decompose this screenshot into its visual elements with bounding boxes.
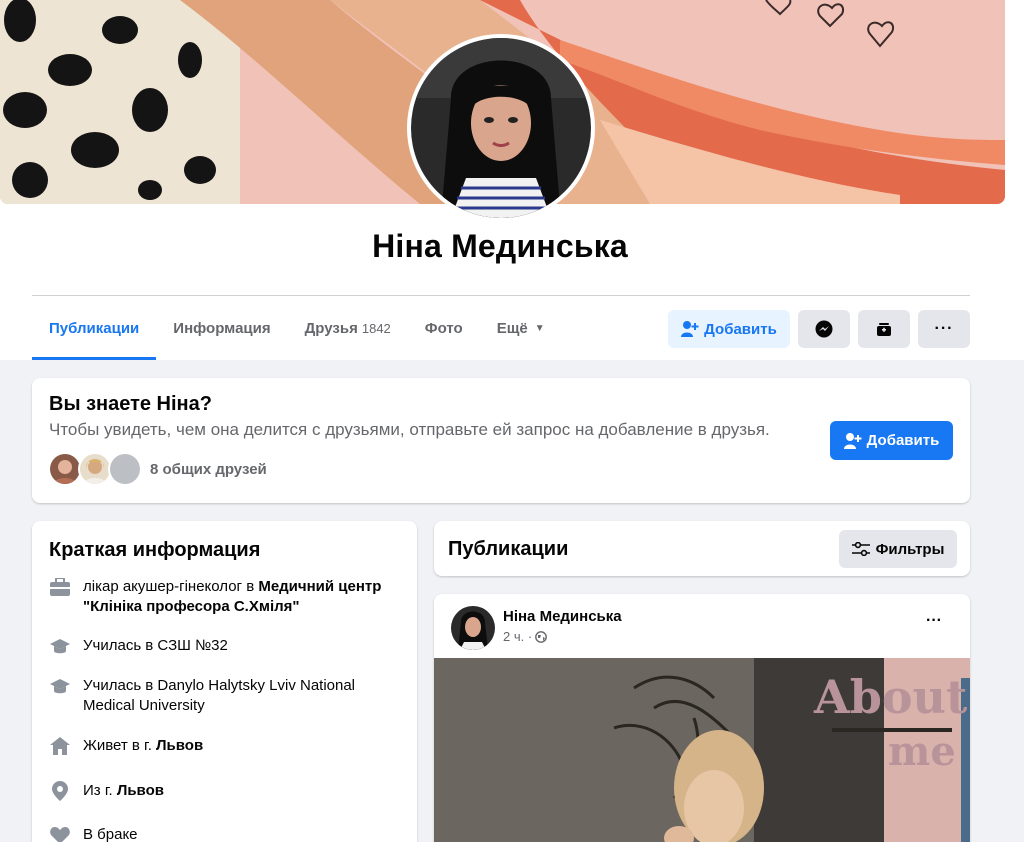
profile-tabs: Публикации Информация Друзья 1842 Фото Ещ… — [32, 297, 562, 360]
posts-title: Публикации — [448, 538, 569, 560]
tab-label: Информация — [173, 320, 271, 337]
tab-label: Ещё — [496, 320, 528, 337]
school-text: Училась в СЗШ №32 — [83, 637, 228, 654]
intro-school: Училась в СЗШ №32 — [49, 636, 393, 656]
add-friend-button[interactable]: Добавить — [668, 310, 790, 348]
tab-label: Публикации — [49, 320, 140, 337]
briefcase-icon — [49, 577, 71, 597]
location-pin-icon — [49, 781, 71, 801]
caret-down-icon: ▼ — [534, 323, 545, 334]
tab-label: Фото — [424, 320, 463, 337]
add-friend-icon — [681, 321, 699, 337]
post-image[interactable]: About me — [434, 658, 970, 842]
tab-photos[interactable]: Фото — [408, 297, 480, 360]
intro-lives: Живет в г. Львов — [49, 736, 393, 756]
follow-button[interactable] — [858, 310, 910, 348]
relationship-text: В браке — [83, 826, 138, 842]
post-options-button[interactable]: ··· — [919, 612, 949, 638]
from-city-link[interactable]: Львов — [117, 782, 164, 799]
tab-about[interactable]: Информация — [156, 297, 287, 360]
globe-icon — [535, 630, 548, 643]
lives-prefix: Живет в г. — [83, 737, 157, 754]
profile-name: Ніна Мединська — [372, 228, 628, 264]
profile-header: Ніна Мединська Публикации Информация Дру… — [0, 0, 1024, 360]
add-friend-icon — [843, 432, 862, 449]
intro-relationship: В браке — [49, 825, 393, 842]
intro-university: Училась в Danylo Halytsky Lviv National … — [49, 676, 393, 716]
avatar[interactable] — [78, 452, 112, 486]
tab-label: Друзья — [304, 320, 358, 337]
post-meta: 2 ч. · — [503, 629, 548, 644]
heart-icon — [49, 825, 71, 842]
profile-avatar[interactable] — [407, 34, 595, 222]
home-icon — [49, 736, 71, 756]
card-icon — [877, 323, 891, 336]
add-friend-primary-button[interactable]: Добавить — [830, 421, 953, 460]
message-button[interactable] — [798, 310, 850, 348]
post-author-name[interactable]: Ніна Мединська — [503, 608, 622, 625]
posts-header-card: Публикации Фильтры — [434, 521, 970, 576]
from-prefix: Из г. — [83, 782, 117, 799]
image-text-about: About — [814, 670, 968, 724]
graduation-cap-icon — [49, 636, 71, 656]
add-friend-label: Добавить — [866, 432, 940, 449]
friends-count: 1842 — [361, 321, 391, 336]
filters-icon — [851, 542, 870, 556]
mutual-friends-count[interactable]: 8 общих друзей — [150, 461, 267, 478]
filters-button[interactable]: Фильтры — [839, 530, 957, 568]
work-prefix: лікар акушер-гінеколог в — [83, 578, 259, 595]
mutual-friends[interactable]: 8 общих друзей — [48, 452, 267, 486]
post-timestamp[interactable]: 2 ч. · — [503, 629, 532, 644]
university-text: Училась в Danylo Halytsky Lviv National … — [83, 677, 356, 714]
post-card: Ніна Мединська 2 ч. · ··· About me — [434, 594, 970, 842]
more-icon: ··· — [934, 320, 954, 337]
graduation-cap-icon — [49, 676, 71, 696]
intro-card: Краткая информация лікар акушер-гінеколо… — [32, 521, 417, 842]
tab-posts[interactable]: Публикации — [32, 297, 157, 360]
intro-title: Краткая информация — [49, 539, 261, 561]
avatar[interactable] — [108, 452, 142, 486]
more-icon: ··· — [926, 612, 942, 629]
more-actions-button[interactable]: ··· — [918, 310, 970, 348]
know-subtitle: Чтобы увидеть, чем она делится с друзьям… — [49, 420, 770, 439]
header-divider — [32, 295, 970, 296]
know-title: Вы знаете Ніна? — [49, 393, 212, 415]
messenger-icon — [815, 320, 833, 338]
filters-label: Фильтры — [875, 540, 945, 558]
intro-work: лікар акушер-гінеколог в Медичний центр … — [49, 577, 393, 617]
post-author-avatar[interactable] — [451, 606, 495, 650]
tab-friends[interactable]: Друзья 1842 — [288, 297, 408, 360]
avatar[interactable] — [48, 452, 82, 486]
tab-more[interactable]: Ещё ▼ — [480, 297, 562, 360]
image-text-me: me — [888, 728, 956, 775]
know-person-card: Вы знаете Ніна? Чтобы увидеть, чем она д… — [32, 378, 970, 503]
intro-from: Из г. Львов — [49, 781, 393, 801]
add-friend-label: Добавить — [704, 320, 777, 338]
lives-city-link[interactable]: Львов — [156, 737, 203, 754]
